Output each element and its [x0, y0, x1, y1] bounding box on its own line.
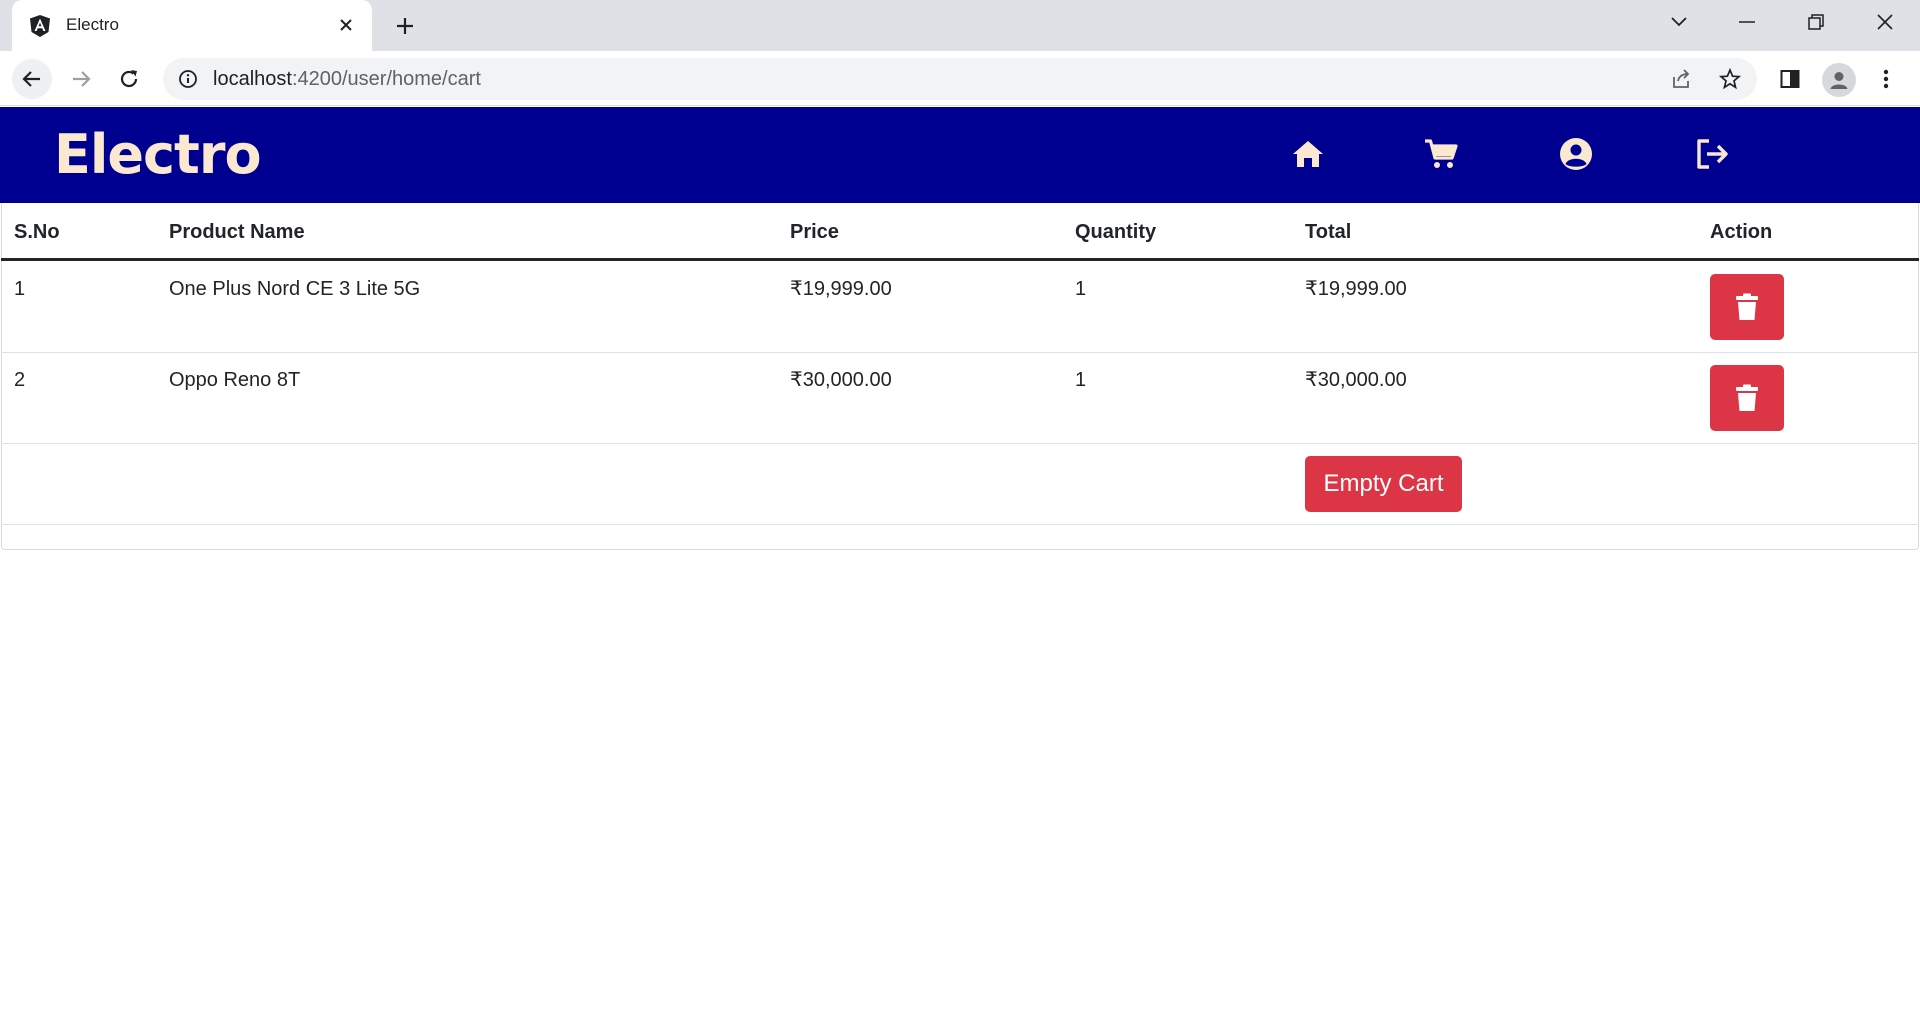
- reload-icon[interactable]: [109, 59, 149, 99]
- cell-product-name: One Plus Nord CE 3 Lite 5G: [169, 278, 421, 300]
- browser-menu-icon[interactable]: [1872, 65, 1900, 93]
- trash-icon: [1736, 384, 1758, 411]
- tab-close-icon[interactable]: [334, 13, 358, 37]
- column-header-sno: S.No: [14, 221, 60, 243]
- share-icon[interactable]: [1669, 67, 1693, 91]
- bookmark-star-icon[interactable]: [1718, 67, 1742, 91]
- delete-item-button[interactable]: [1710, 365, 1784, 431]
- address-bar[interactable]: localhost:4200/user/home/cart: [163, 58, 1757, 100]
- cell-price: ₹30,000.00: [790, 369, 892, 391]
- empty-cart-button[interactable]: Empty Cart: [1305, 456, 1462, 512]
- cart-icon[interactable]: [1421, 134, 1461, 174]
- back-arrow-icon[interactable]: [12, 59, 52, 99]
- app-navbar: Electro: [0, 107, 1920, 203]
- side-panel-icon[interactable]: [1776, 65, 1804, 93]
- url-host: localhost: [213, 68, 292, 90]
- cell-product-name: Oppo Reno 8T: [169, 369, 301, 391]
- delete-item-button[interactable]: [1710, 274, 1784, 340]
- new-tab-icon[interactable]: [390, 12, 420, 40]
- minimize-icon[interactable]: [1727, 8, 1767, 36]
- column-header-product-name: Product Name: [169, 221, 305, 243]
- account-icon[interactable]: [1556, 134, 1596, 174]
- browser-tabstrip: Electro: [0, 0, 1920, 51]
- tab-search-chevron-icon[interactable]: [1659, 8, 1699, 36]
- tab-title: Electro: [66, 15, 119, 34]
- restore-icon[interactable]: [1796, 8, 1836, 36]
- cell-total: ₹30,000.00: [1305, 369, 1407, 391]
- browser-toolbar: localhost:4200/user/home/cart: [0, 51, 1920, 106]
- cell-price: ₹19,999.00: [790, 278, 892, 300]
- cell-total: ₹19,999.00: [1305, 278, 1407, 300]
- home-icon[interactable]: [1288, 134, 1328, 174]
- trash-icon: [1736, 293, 1758, 320]
- cell-quantity: 1: [1075, 369, 1087, 391]
- column-header-price: Price: [790, 221, 839, 243]
- logout-icon[interactable]: [1692, 134, 1732, 174]
- row-divider: [1, 443, 1919, 444]
- row-divider: [1, 352, 1919, 353]
- site-info-icon[interactable]: [177, 68, 199, 90]
- profile-avatar-icon[interactable]: [1822, 63, 1856, 97]
- browser-tab[interactable]: Electro: [12, 0, 372, 51]
- column-header-action: Action: [1710, 221, 1773, 243]
- cell-sno: 2: [14, 369, 26, 391]
- cell-sno: 1: [14, 278, 26, 300]
- url-text: localhost:4200/user/home/cart: [213, 68, 481, 90]
- table-header-divider: [1, 258, 1919, 261]
- column-header-total: Total: [1305, 221, 1352, 243]
- url-path: :4200/user/home/cart: [291, 68, 481, 90]
- row-divider: [1, 524, 1919, 525]
- angular-favicon-icon: [28, 14, 52, 38]
- column-header-quantity: Quantity: [1075, 221, 1157, 243]
- close-window-icon[interactable]: [1865, 8, 1905, 36]
- forward-arrow-icon[interactable]: [61, 59, 101, 99]
- brand-logo[interactable]: Electro: [54, 123, 262, 187]
- cell-quantity: 1: [1075, 278, 1087, 300]
